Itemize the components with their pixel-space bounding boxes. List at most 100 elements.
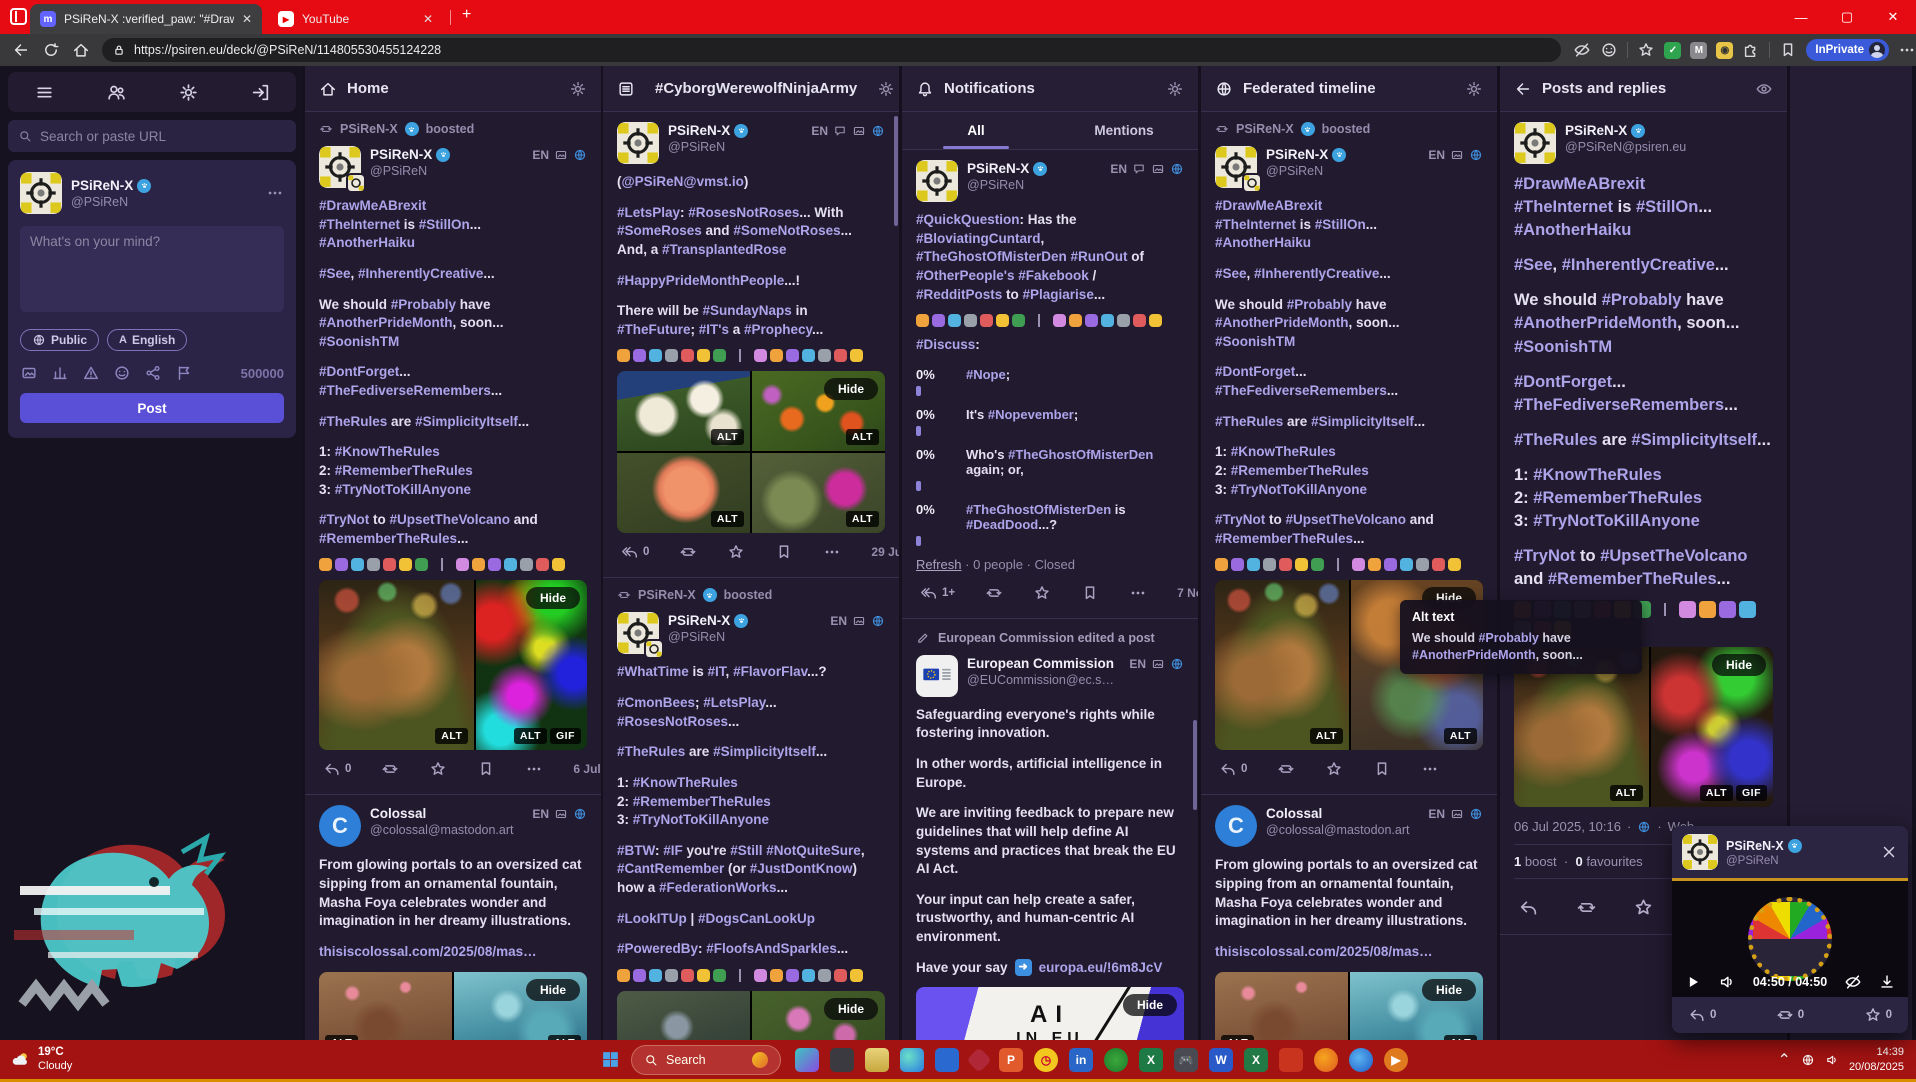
boost-button[interactable]: 0 (1776, 1006, 1804, 1024)
reply-all-button[interactable]: 0 (621, 543, 649, 561)
back-icon[interactable] (6, 41, 36, 59)
reply-button[interactable]: 0 (323, 760, 351, 778)
user-handle[interactable]: @PSiReN (1726, 855, 1872, 867)
extension-m-icon[interactable]: M (1690, 41, 1708, 59)
more-button[interactable] (1421, 760, 1439, 778)
taskbar-icon-media-player[interactable]: ▶ (1384, 1047, 1408, 1072)
favourite-button[interactable] (727, 543, 745, 561)
image-illustration-2[interactable]: HideALT (1350, 971, 1483, 1040)
extension-check-icon[interactable]: ✓ (1664, 41, 1682, 59)
favorites-bar-icon[interactable] (1779, 41, 1797, 59)
gear-icon[interactable] (178, 82, 199, 103)
share-icon[interactable] (144, 364, 162, 382)
reply-button[interactable] (1518, 897, 1539, 918)
timestamp[interactable]: 7 Nov … (1177, 586, 1198, 600)
avatar[interactable] (1514, 122, 1556, 164)
taskbar-icon-xbox[interactable] (1104, 1047, 1128, 1072)
browser-tab-active[interactable]: m PSiReN-X :verified_paw: "#DrawM ✕ (30, 4, 262, 34)
favourites-link[interactable]: favourites (1586, 854, 1642, 869)
poll-option[interactable]: 0% It's #Nopevember; (916, 407, 1184, 436)
inprivate-badge[interactable]: InPrivate (1806, 39, 1889, 61)
taskbar-clock[interactable]: 14:39 20/08/2025 (1849, 1045, 1904, 1074)
play-button[interactable] (1684, 973, 1702, 991)
hide-media-button[interactable]: Hide (525, 978, 580, 1001)
taskbar-icon-powerpoint[interactable]: P (999, 1047, 1023, 1072)
taskbar-icon-outlook[interactable] (935, 1047, 959, 1072)
avatar[interactable] (916, 160, 958, 202)
post[interactable]: European Commission @EUCommission@ec.soc… (902, 645, 1198, 1040)
column-settings-icon[interactable] (1166, 80, 1184, 98)
home-icon[interactable] (66, 41, 96, 59)
post[interactable]: PSiReN-X @PSiReN EN (@PSiReN@vmst.io) #L… (603, 112, 899, 573)
taskbar-icon-word[interactable]: W (1209, 1047, 1233, 1072)
compose-textarea[interactable] (20, 226, 284, 312)
display-name[interactable]: PSiReN-X (668, 613, 730, 628)
avatar[interactable] (1215, 146, 1262, 193)
avatar[interactable] (617, 122, 659, 164)
display-name[interactable]: PSiReN-X (370, 147, 432, 162)
close-button[interactable]: ✕ (1870, 0, 1916, 34)
poll-option[interactable]: 0% #TheGhostOfMisterDen is #DeadDood...? (916, 502, 1184, 546)
boost-button[interactable] (1576, 897, 1597, 918)
eye-icon[interactable] (1755, 80, 1773, 98)
media-attachments[interactable]: ALT HideALT (319, 971, 587, 1040)
taskbar-icon-thunderbird[interactable] (1349, 1047, 1373, 1072)
post-button[interactable]: Post (20, 393, 284, 423)
user-handle[interactable]: @colossal@mastodon.art (370, 823, 523, 837)
display-name[interactable]: Colossal (370, 806, 426, 821)
display-name[interactable]: PSiReN-X (967, 161, 1029, 176)
reply-button[interactable]: 0 (1688, 1006, 1716, 1024)
image-eu-ai-act[interactable]: AI IN EU SECURE TRUSTWORTHY HUMAN-CENTRI… (916, 987, 1184, 1040)
extensions-puzzle-icon[interactable] (1742, 41, 1760, 59)
language-button[interactable]: A English (107, 329, 188, 351)
media-attachments[interactable]: ALT HideALT ALT ALT (617, 990, 885, 1040)
search-input[interactable] (40, 128, 286, 144)
scrollbar[interactable] (1193, 720, 1197, 810)
more-icon[interactable] (266, 184, 284, 202)
user-handle[interactable]: @PSiReN (71, 195, 257, 209)
user-handle[interactable]: @PSiReN (668, 630, 821, 644)
reply-button[interactable]: 0 (1219, 760, 1247, 778)
feedback-icon[interactable] (1600, 41, 1618, 59)
image-magenta-rose[interactable]: ALT (752, 453, 885, 534)
taskbar-icon-controller[interactable]: 🎮 (1174, 1047, 1198, 1072)
more-button[interactable] (1129, 584, 1147, 602)
logout-icon[interactable] (250, 82, 271, 103)
display-name[interactable]: Colossal (1266, 806, 1322, 821)
user-handle[interactable]: @PSiReN (1266, 164, 1419, 178)
taskbar-icon-edge[interactable] (900, 1047, 924, 1072)
taskbar-search[interactable]: Search (631, 1044, 781, 1075)
content-warning-icon[interactable] (82, 364, 100, 382)
display-name[interactable]: European Commission (967, 656, 1114, 671)
hide-media-button[interactable]: Hide (525, 587, 580, 610)
image-peach-rose[interactable]: ALT (617, 453, 750, 534)
column-header[interactable]: Federated timeline (1201, 66, 1497, 112)
taskbar-icon-explorer[interactable] (865, 1047, 889, 1072)
post[interactable]: C Colossal @colossal@mastodon.art EN Fro… (1201, 795, 1497, 1040)
hide-media-button[interactable]: Hide (823, 378, 878, 401)
post[interactable]: PSiReN-X @PSiReN EN #QuickQuestion: Has … (902, 150, 1198, 614)
user-handle[interactable]: @PSiReN (668, 140, 802, 154)
back-icon[interactable] (1514, 80, 1532, 98)
tray-chevron-icon[interactable]: ⌃ (1778, 1050, 1791, 1070)
poll-option[interactable]: 0% #Nope; (916, 367, 1184, 396)
flag-icon[interactable] (175, 364, 193, 382)
post-link[interactable]: thisiscolossal.com/2025/08/mas… (1215, 943, 1483, 962)
visibility-off-icon[interactable] (1844, 973, 1862, 991)
taskbar-icon-excel-2[interactable]: X (1244, 1047, 1268, 1072)
taskbar-icon-pdf[interactable] (1279, 1047, 1303, 1072)
column-settings-icon[interactable] (877, 80, 895, 98)
display-name[interactable]: PSiReN-X (1266, 147, 1328, 162)
hide-media-button[interactable]: Hide (1421, 978, 1476, 1001)
avatar[interactable]: C (1215, 805, 1257, 848)
network-icon[interactable] (1801, 1053, 1815, 1067)
image-illustration-1[interactable]: ALT (319, 971, 452, 1040)
timestamp[interactable]: 29 Jun (871, 545, 899, 559)
favourite-button[interactable]: 0 (1864, 1006, 1892, 1024)
display-name[interactable]: PSiReN-X (668, 123, 730, 138)
post[interactable]: C Colossal @colossal@mastodon.art EN Fro… (305, 795, 601, 1040)
image-warriors[interactable]: ALT (319, 580, 475, 751)
image-coneflowers[interactable]: HideALT (752, 990, 885, 1040)
image-glitch-gif[interactable]: Hide ALT GIF (476, 580, 587, 751)
boosts-link[interactable]: boost (1525, 854, 1557, 869)
